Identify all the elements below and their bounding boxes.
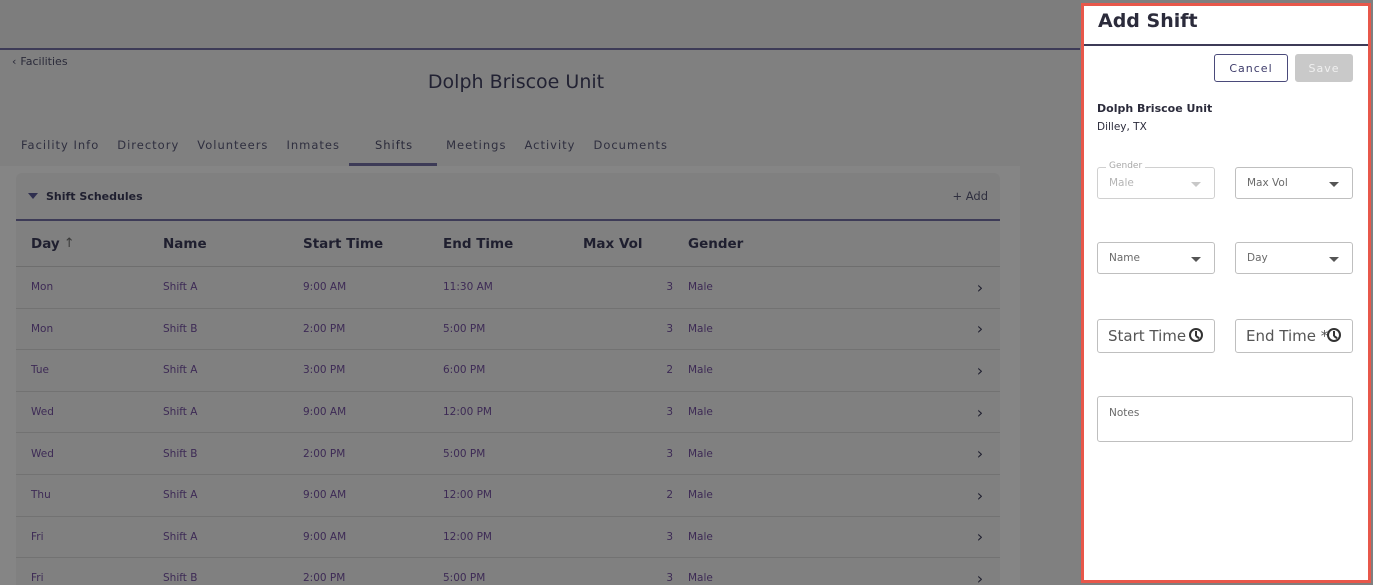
tab-facility-info[interactable]: Facility Info bbox=[12, 130, 108, 166]
drawer-header: Add Shift bbox=[1084, 6, 1368, 46]
clock-icon[interactable] bbox=[1327, 328, 1341, 342]
table-row[interactable]: Wed Shift A 9:00 AM 12:00 PM 3 Male › bbox=[16, 392, 1000, 434]
chevron-down-icon bbox=[1191, 182, 1201, 187]
chevron-right-icon[interactable]: › bbox=[960, 527, 1000, 546]
facility-tabs: Facility Info Directory Volunteers Inmat… bbox=[12, 130, 677, 166]
chevron-right-icon[interactable]: › bbox=[960, 403, 1000, 422]
column-header-max-vol[interactable]: Max Vol bbox=[583, 236, 688, 252]
shift-schedules-card: Shift Schedules + Add Day ↑ Name Start T… bbox=[16, 173, 1000, 585]
tab-documents[interactable]: Documents bbox=[584, 130, 677, 166]
chevron-right-icon[interactable]: › bbox=[960, 278, 1000, 297]
max-vol-placeholder: Max Vol bbox=[1247, 177, 1288, 189]
column-header-start-time[interactable]: Start Time bbox=[303, 236, 443, 252]
gender-value: Male bbox=[1109, 177, 1134, 189]
table-row[interactable]: Thu Shift A 9:00 AM 12:00 PM 2 Male › bbox=[16, 475, 1000, 517]
table-row[interactable]: Wed Shift B 2:00 PM 5:00 PM 3 Male › bbox=[16, 433, 1000, 475]
start-time-input[interactable]: Start Time bbox=[1097, 319, 1215, 353]
collapse-triangle-icon[interactable] bbox=[28, 193, 38, 199]
chevron-right-icon[interactable]: › bbox=[960, 486, 1000, 505]
page-title: Dolph Briscoe Unit bbox=[427, 71, 605, 93]
chevron-down-icon bbox=[1329, 182, 1339, 187]
back-link-label: Facilities bbox=[20, 55, 68, 68]
drawer-title: Add Shift bbox=[1098, 10, 1198, 32]
max-vol-select[interactable]: Max Vol bbox=[1235, 167, 1353, 199]
start-time-placeholder: Start Time bbox=[1108, 327, 1187, 345]
save-button[interactable]: Save bbox=[1295, 54, 1353, 82]
top-bar bbox=[0, 0, 1080, 50]
gender-select[interactable]: Gender Male bbox=[1097, 161, 1215, 199]
chevron-right-icon[interactable]: › bbox=[960, 319, 1000, 338]
table-row[interactable]: Fri Shift B 2:00 PM 5:00 PM 3 Male › bbox=[16, 558, 1000, 585]
chevron-right-icon[interactable]: › bbox=[960, 569, 1000, 585]
tab-activity[interactable]: Activity bbox=[515, 130, 584, 166]
day-select[interactable]: Day bbox=[1235, 242, 1353, 274]
table-row[interactable]: Mon Shift A 9:00 AM 11:30 AM 3 Male › bbox=[16, 267, 1000, 309]
end-time-placeholder: End Time * bbox=[1246, 327, 1329, 345]
name-placeholder: Name bbox=[1109, 252, 1140, 264]
back-to-facilities-link[interactable]: ‹ Facilities bbox=[12, 55, 68, 68]
tab-shifts[interactable]: Shifts bbox=[348, 130, 438, 166]
add-shift-button[interactable]: + Add bbox=[952, 189, 988, 203]
column-header-end-time[interactable]: End Time bbox=[443, 236, 583, 252]
shift-schedules-header[interactable]: Shift Schedules + Add bbox=[16, 173, 1000, 221]
column-header-day[interactable]: Day ↑ bbox=[16, 236, 163, 252]
add-shift-drawer: Add Shift Cancel Save Dolph Briscoe Unit… bbox=[1081, 3, 1371, 583]
tab-volunteers[interactable]: Volunteers bbox=[188, 130, 277, 166]
chevron-down-icon bbox=[1329, 257, 1339, 262]
chevron-right-icon[interactable]: › bbox=[960, 444, 1000, 463]
chevron-right-icon[interactable]: › bbox=[960, 361, 1000, 380]
notes-placeholder: Notes bbox=[1109, 407, 1140, 419]
table-row[interactable]: Tue Shift A 3:00 PM 6:00 PM 2 Male › bbox=[16, 350, 1000, 392]
tab-directory[interactable]: Directory bbox=[108, 130, 188, 166]
sort-ascending-icon: ↑ bbox=[63, 236, 75, 251]
shift-schedules-title: Shift Schedules bbox=[46, 189, 143, 203]
day-placeholder: Day bbox=[1247, 252, 1268, 264]
table-body: Mon Shift A 9:00 AM 11:30 AM 3 Male › Mo… bbox=[16, 267, 1000, 585]
tab-meetings[interactable]: Meetings bbox=[437, 130, 515, 166]
gender-label: Gender bbox=[1106, 161, 1146, 171]
drawer-facility-location: Dilley, TX bbox=[1097, 121, 1147, 133]
clock-icon[interactable] bbox=[1189, 328, 1203, 342]
table-row[interactable]: Mon Shift B 2:00 PM 5:00 PM 3 Male › bbox=[16, 309, 1000, 351]
column-header-name[interactable]: Name bbox=[163, 236, 303, 252]
chevron-left-icon: ‹ bbox=[12, 55, 17, 68]
end-time-input[interactable]: End Time * bbox=[1235, 319, 1353, 353]
notes-textarea[interactable]: Notes bbox=[1097, 396, 1353, 442]
name-select[interactable]: Name bbox=[1097, 242, 1215, 274]
chevron-down-icon bbox=[1191, 257, 1201, 262]
tab-inmates[interactable]: Inmates bbox=[277, 130, 349, 166]
drawer-facility-name: Dolph Briscoe Unit bbox=[1097, 102, 1213, 115]
cancel-button[interactable]: Cancel bbox=[1214, 54, 1288, 82]
table-row[interactable]: Fri Shift A 9:00 AM 12:00 PM 3 Male › bbox=[16, 517, 1000, 559]
column-header-gender[interactable]: Gender bbox=[688, 236, 828, 252]
facility-page: ‹ Facilities Dolph Briscoe Unit Facility… bbox=[0, 0, 1080, 585]
table-header: Day ↑ Name Start Time End Time Max Vol G… bbox=[16, 221, 1000, 267]
